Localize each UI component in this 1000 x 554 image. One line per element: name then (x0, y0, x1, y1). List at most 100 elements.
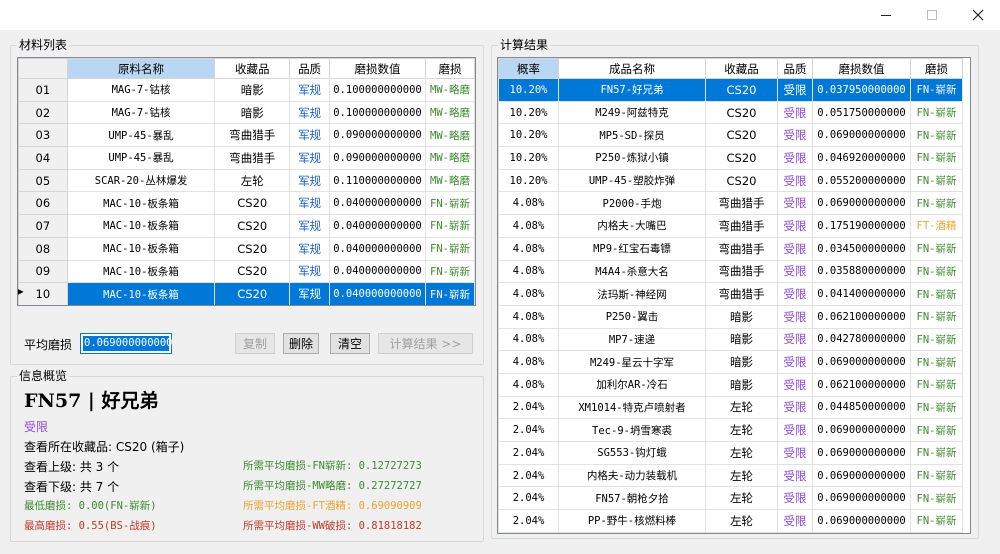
material-name[interactable]: UMP-45-暴乱 (66, 123, 216, 148)
material-collection[interactable]: 暗影 (214, 100, 291, 125)
result-wear[interactable]: FN-崭新 (910, 395, 963, 420)
result-wear[interactable]: FN-崭新 (910, 100, 963, 125)
material-row[interactable]: 08 MAC-10-板条箱 CS20 军规 0.040000000000 FN-崭新 (18, 236, 475, 261)
material-wear[interactable]: MW-略磨 (424, 168, 475, 193)
result-name[interactable]: SG553-钩灯蛾 (558, 441, 706, 465)
column-header[interactable]: 磨损 (424, 58, 475, 79)
column-header[interactable]: 磨损数值 (329, 58, 426, 79)
result-quality[interactable]: 受限 (777, 100, 813, 125)
material-float[interactable]: 0.090000000000 (329, 123, 426, 148)
material-name[interactable]: MAC-10-板条箱 (66, 259, 216, 284)
result-probability[interactable]: 4.08% (498, 282, 559, 306)
result-collection[interactable]: 弯曲猎手 (705, 259, 778, 284)
result-name[interactable]: UMP-45-塑胶炸弹 (558, 168, 706, 193)
material-quality[interactable]: 军规 (289, 168, 331, 193)
result-collection[interactable]: 弯曲猎手 (705, 236, 778, 261)
material-row[interactable]: 09 MAC-10-板条箱 CS20 军规 0.040000000000 FN-崭新 (18, 259, 475, 284)
result-probability[interactable]: 4.08% (498, 304, 559, 329)
material-quality[interactable]: 军规 (289, 191, 331, 216)
result-wear[interactable]: FN-崭新 (910, 168, 963, 193)
result-name[interactable]: M249-星云十字军 (558, 350, 706, 374)
result-float[interactable]: 0.175190000000 (812, 214, 911, 238)
result-quality[interactable]: 受限 (777, 146, 813, 170)
result-row[interactable]: 10.20% UMP-45-塑胶炸弹 CS20 受限 0.055200000000 FN-… (498, 168, 963, 193)
result-probability[interactable]: 4.08% (498, 191, 559, 216)
material-name[interactable]: SCAR-20-丛林爆发 (66, 168, 216, 193)
result-collection[interactable]: 左轮 (705, 509, 778, 533)
result-name[interactable]: 法玛斯-神经网 (558, 282, 706, 306)
column-header[interactable]: 品质 (777, 58, 813, 79)
copy-button[interactable]: 复制 (235, 333, 275, 354)
result-row[interactable]: 2.04% XM1014-特克卢喷射者 左轮 受限 0.044850000000 FN-崭… (498, 395, 963, 420)
result-probability[interactable]: 10.20% (498, 146, 559, 170)
result-float[interactable]: 0.037950000000 (812, 78, 911, 102)
result-float[interactable]: 0.062100000000 (812, 304, 911, 329)
material-row[interactable]: ▶ 10 MAC-10-板条箱 CS20 军规 0.040000000000 FN-崭新 (18, 282, 475, 305)
material-collection[interactable]: 弯曲猎手 (214, 123, 291, 148)
result-probability[interactable]: 2.04% (498, 463, 559, 488)
result-name[interactable]: FN57-好兄弟 (558, 78, 706, 102)
result-float[interactable]: 0.051750000000 (812, 100, 911, 125)
result-float[interactable]: 0.041400000000 (812, 282, 911, 306)
result-name[interactable]: MP5-SD-探员 (558, 123, 706, 148)
result-quality[interactable]: 受限 (777, 372, 813, 397)
material-collection[interactable]: CS20 (214, 191, 291, 216)
result-float[interactable]: 0.035880000000 (812, 259, 911, 284)
result-collection[interactable]: 左轮 (705, 441, 778, 465)
material-row[interactable]: 03 UMP-45-暴乱 弯曲猎手 军规 0.090000000000 MW-略磨 (18, 123, 475, 148)
material-float[interactable]: 0.040000000000 (329, 282, 426, 305)
result-row[interactable]: 4.08% P250-翼击 暗影 受限 0.062100000000 FN-崭新 (498, 304, 963, 329)
result-collection[interactable]: CS20 (705, 168, 778, 193)
result-wear[interactable]: FN-崭新 (910, 236, 963, 261)
material-quality[interactable]: 军规 (289, 236, 331, 261)
result-row[interactable]: 4.08% M4A4-杀意大名 弯曲猎手 受限 0.035880000000 FN-崭新 (498, 259, 963, 284)
result-float[interactable]: 0.069000000000 (812, 123, 911, 148)
result-name[interactable]: P2000-手炮 (558, 191, 706, 216)
column-header[interactable]: 品质 (289, 58, 331, 79)
maximize-button[interactable] (910, 0, 954, 30)
result-quality[interactable]: 受限 (777, 395, 813, 420)
result-row[interactable]: 10.20% P250-炼狱小镇 CS20 受限 0.046920000000 FN-崭新 (498, 146, 963, 170)
result-float[interactable]: 0.046920000000 (812, 146, 911, 170)
material-wear[interactable]: FN-崭新 (424, 282, 475, 305)
material-wear[interactable]: MW-略磨 (424, 123, 475, 148)
material-collection[interactable]: CS20 (214, 236, 291, 261)
collection-link[interactable]: 查看所在收藏品: CS20 (箱子) (24, 438, 184, 455)
material-row[interactable]: 06 MAC-10-板条箱 CS20 军规 0.040000000000 FN-崭新 (18, 191, 475, 216)
result-row[interactable]: 4.08% MP9-红宝石毒镖 弯曲猎手 受限 0.034500000000 FN-崭新 (498, 236, 963, 261)
result-probability[interactable]: 4.08% (498, 214, 559, 238)
result-quality[interactable]: 受限 (777, 327, 813, 352)
result-quality[interactable]: 受限 (777, 168, 813, 193)
result-name[interactable]: 内格夫-动力装载机 (558, 463, 706, 488)
material-collection[interactable]: 暗影 (214, 78, 291, 102)
material-wear[interactable]: MW-略磨 (424, 78, 475, 102)
result-name[interactable]: M249-阿兹特克 (558, 100, 706, 125)
material-float[interactable]: 0.040000000000 (329, 191, 426, 216)
result-quality[interactable]: 受限 (777, 463, 813, 488)
result-wear[interactable]: FN-崭新 (910, 78, 963, 102)
material-quality[interactable]: 军规 (289, 282, 331, 305)
material-row[interactable]: 07 MAC-10-板条箱 CS20 军规 0.040000000000 FN-崭新 (18, 214, 475, 238)
result-probability[interactable]: 4.08% (498, 350, 559, 374)
calc-result-button[interactable]: 计算结果 >> (378, 333, 473, 354)
minimize-button[interactable] (864, 0, 908, 30)
result-row[interactable]: 4.08% MP7-速递 暗影 受限 0.042780000000 FN-崭新 (498, 327, 963, 352)
material-quality[interactable]: 军规 (289, 100, 331, 125)
material-collection[interactable]: 弯曲猎手 (214, 146, 291, 170)
result-float[interactable]: 0.042780000000 (812, 327, 911, 352)
delete-button[interactable]: 删除 (283, 333, 319, 354)
result-row[interactable]: 2.04% SG553-钩灯蛾 左轮 受限 0.069000000000 FN-崭新 (498, 441, 963, 465)
result-row[interactable]: 4.08% 法玛斯-神经网 弯曲猎手 受限 0.041400000000 FN-崭新 (498, 282, 963, 306)
result-collection[interactable]: CS20 (705, 100, 778, 125)
result-row[interactable]: 10.20% FN57-好兄弟 CS20 受限 0.037950000000 FN-崭新 (498, 78, 963, 102)
result-name[interactable]: P250-炼狱小镇 (558, 146, 706, 170)
material-collection[interactable]: CS20 (214, 214, 291, 238)
result-collection[interactable]: 左轮 (705, 486, 778, 511)
result-probability[interactable]: 10.20% (498, 123, 559, 148)
result-wear[interactable]: FN-崭新 (910, 146, 963, 170)
result-name[interactable]: 内格夫-大嘴巴 (558, 214, 706, 238)
column-header[interactable]: 磨损数值 (812, 58, 911, 79)
result-wear[interactable]: FN-崭新 (910, 486, 963, 511)
result-wear[interactable]: FT-酒精 (910, 214, 963, 238)
result-collection[interactable]: CS20 (705, 78, 778, 102)
